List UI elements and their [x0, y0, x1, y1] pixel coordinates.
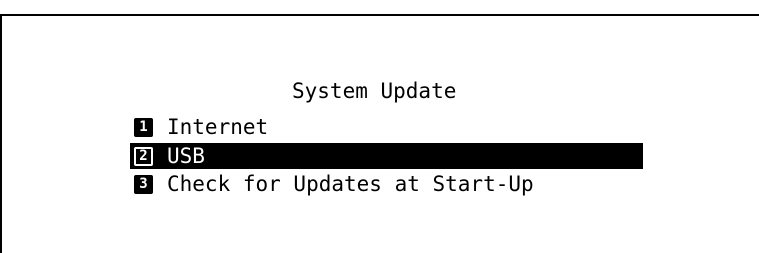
- menu-item-internet[interactable]: 1 Internet: [130, 114, 268, 140]
- number-badge-2-icon: 2: [134, 146, 153, 166]
- menu-item-usb[interactable]: 2 USB: [130, 143, 643, 169]
- number-badge-3-icon: 3: [134, 174, 153, 194]
- menu-item-label: Check for Updates at Start-Up: [167, 172, 534, 196]
- lcd-screen-frame: [0, 14, 759, 253]
- menu-item-label: USB: [167, 144, 205, 168]
- menu-item-check-updates-startup[interactable]: 3 Check for Updates at Start-Up: [130, 171, 534, 197]
- screen-title: System Update: [292, 79, 457, 103]
- number-badge-1-icon: 1: [134, 117, 153, 137]
- menu-item-label: Internet: [167, 115, 269, 139]
